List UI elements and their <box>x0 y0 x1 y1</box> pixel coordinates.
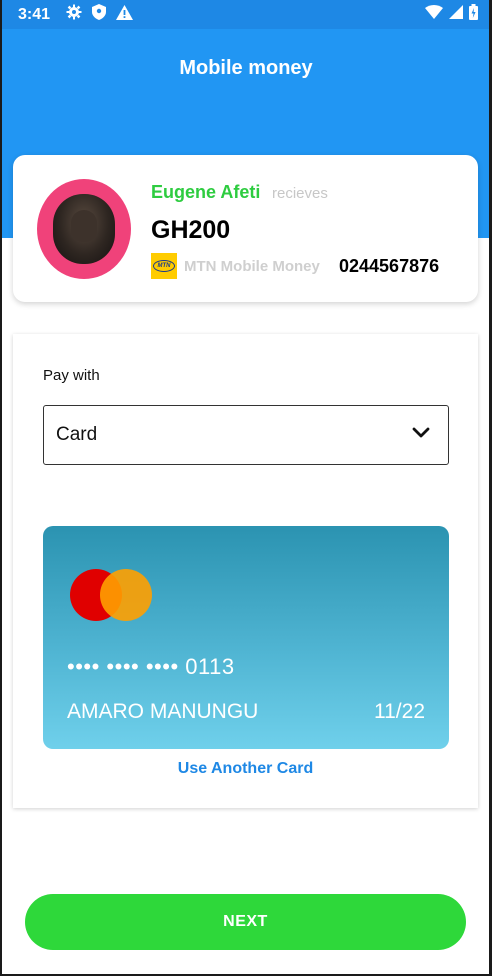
chevron-down-icon <box>412 426 430 444</box>
recipient-name: Eugene Afeti <box>151 182 261 202</box>
status-time: 3:41 <box>18 5 51 23</box>
avatar <box>53 194 115 264</box>
signal-icon <box>449 5 463 24</box>
battery-icon <box>469 4 478 25</box>
alert-icon <box>116 4 134 25</box>
selected-bank-card[interactable]: •••• •••• •••• 0113 AMARO MANUNGU 11/22 <box>43 526 449 749</box>
payment-card: Pay with Card •••• •••• •••• 0113 AMARO … <box>13 334 478 808</box>
page-title: Mobile money <box>179 57 313 79</box>
pay-with-label: Pay with <box>43 367 100 384</box>
status-bar: 3:41 <box>0 0 492 29</box>
provider-name: MTN Mobile Money <box>184 258 320 275</box>
gear-icon <box>66 4 82 25</box>
next-button[interactable]: NEXT <box>25 894 466 950</box>
shield-icon <box>92 4 107 25</box>
payment-method-value: Card <box>56 424 98 445</box>
mtn-logo-icon: MTN <box>151 253 177 279</box>
use-another-card-link[interactable]: Use Another Card <box>13 760 478 778</box>
payment-method-select[interactable]: Card <box>43 405 449 465</box>
avatar-face <box>71 210 97 242</box>
device-frame-left <box>0 0 2 976</box>
recipient-card: Eugene Afeti recieves GH200 MTN MTN Mobi… <box>13 155 478 302</box>
card-number: •••• •••• •••• 0113 <box>67 654 235 679</box>
recipient-phone: 0244567876 <box>339 256 440 276</box>
transfer-amount: GH200 <box>151 216 231 244</box>
card-expiry: 11/22 <box>374 700 425 723</box>
receives-label: recieves <box>272 185 328 202</box>
status-icons-right <box>425 4 478 25</box>
card-holder-name: AMARO MANUNGU <box>67 700 259 723</box>
wifi-icon <box>425 5 443 24</box>
mtn-logo-text: MTN <box>153 260 175 272</box>
avatar-ring <box>37 179 131 279</box>
status-icons-left <box>66 4 134 25</box>
mastercard-orange-circle <box>100 569 152 621</box>
